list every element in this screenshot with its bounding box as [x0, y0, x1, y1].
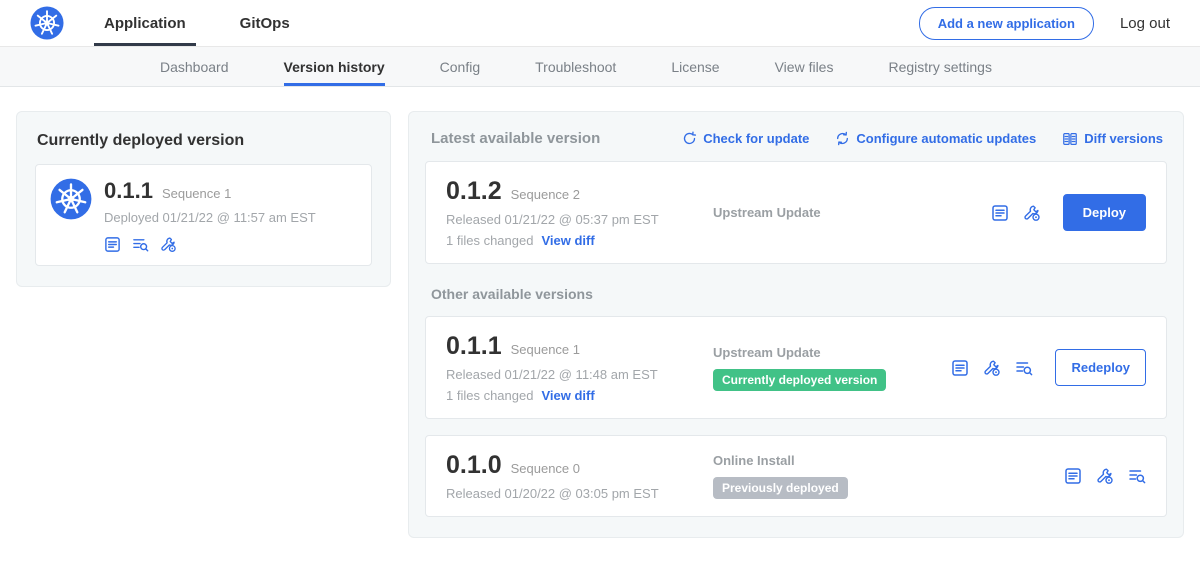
- version-info: 0.1.2 Sequence 2 Released 01/21/22 @ 05:…: [446, 177, 701, 248]
- version-number: 0.1.2: [446, 177, 502, 206]
- other-available-title: Other available versions: [431, 286, 1167, 302]
- subnav-item-config[interactable]: Config: [440, 47, 480, 86]
- subnav-item-license[interactable]: License: [671, 47, 719, 86]
- deployed-version-number: 0.1.1: [104, 178, 153, 204]
- version-row-0-1-1: 0.1.1 Sequence 1 Released 01/21/22 @ 11:…: [425, 316, 1167, 419]
- deployed-version-card: 0.1.1 Sequence 1 Deployed 01/21/22 @ 11:…: [35, 164, 372, 266]
- latest-available-title: Latest available version: [431, 130, 600, 147]
- redeploy-button[interactable]: Redeploy: [1055, 349, 1146, 386]
- configure-automatic-updates-label: Configure automatic updates: [856, 131, 1036, 146]
- kubernetes-wheel-icon: [30, 6, 64, 40]
- app-logo: [30, 0, 64, 46]
- files-changed-label: 1 files changed: [446, 388, 533, 403]
- config-values-icon[interactable]: [1023, 204, 1041, 222]
- app-subnav: Dashboard Version history Config Trouble…: [0, 47, 1200, 87]
- config-values-icon[interactable]: [983, 359, 1001, 377]
- topbar: Application GitOps Add a new application…: [0, 0, 1200, 47]
- released-date: Released 01/21/22 @ 05:37 pm EST: [446, 212, 701, 227]
- version-history-panel: Latest available version Check for updat…: [408, 111, 1184, 538]
- version-info: 0.1.0 Sequence 0 Released 01/20/22 @ 03:…: [446, 451, 701, 501]
- version-row-0-1-0: 0.1.0 Sequence 0 Released 01/20/22 @ 03:…: [425, 435, 1167, 517]
- version-number: 0.1.1: [446, 332, 502, 361]
- version-source-block: Online Install Previously deployed: [701, 453, 1064, 499]
- version-row-actions: Redeploy: [951, 349, 1146, 386]
- sequence-label: Sequence 2: [511, 187, 580, 202]
- subnav-item-troubleshoot[interactable]: Troubleshoot: [535, 47, 616, 86]
- subnav-item-dashboard[interactable]: Dashboard: [160, 47, 229, 86]
- version-history-header: Latest available version Check for updat…: [431, 130, 1163, 147]
- sequence-label: Sequence 1: [511, 342, 580, 357]
- config-values-icon[interactable]: [160, 236, 177, 253]
- released-date: Released 01/20/22 @ 03:05 pm EST: [446, 486, 701, 501]
- deploy-button[interactable]: Deploy: [1063, 194, 1146, 231]
- version-row-actions: Deploy: [991, 194, 1146, 231]
- version-number: 0.1.0: [446, 451, 502, 480]
- topbar-actions: Add a new application Log out: [919, 0, 1170, 46]
- release-notes-icon[interactable]: [104, 236, 121, 253]
- files-changed-label: 1 files changed: [446, 233, 533, 248]
- view-diff-icon[interactable]: [1128, 467, 1146, 485]
- configure-automatic-updates-link[interactable]: Configure automatic updates: [835, 131, 1036, 147]
- deployed-sequence-label: Sequence 1: [162, 186, 231, 201]
- diff-versions-link[interactable]: Diff versions: [1062, 131, 1163, 147]
- released-date: Released 01/21/22 @ 11:48 am EST: [446, 367, 701, 382]
- tab-application[interactable]: Application: [94, 0, 196, 46]
- version-info: 0.1.1 Sequence 1 Released 01/21/22 @ 11:…: [446, 332, 701, 403]
- release-notes-icon[interactable]: [1064, 467, 1082, 485]
- currently-deployed-panel: Currently deployed version 0.1.1 Sequenc…: [16, 111, 391, 287]
- currently-deployed-title: Currently deployed version: [37, 132, 372, 150]
- add-application-button[interactable]: Add a new application: [919, 7, 1094, 40]
- version-source-block: Upstream Update Currently deployed versi…: [701, 345, 951, 391]
- version-source-block: Upstream Update: [701, 205, 991, 220]
- version-history-actions: Check for update Configure automatic upd…: [682, 131, 1163, 147]
- kubernetes-wheel-icon: [50, 178, 92, 220]
- view-diff-link[interactable]: View diff: [541, 388, 594, 403]
- subnav-item-version-history[interactable]: Version history: [284, 47, 385, 86]
- version-source: Upstream Update: [713, 205, 991, 220]
- main-content: Currently deployed version 0.1.1 Sequenc…: [0, 87, 1200, 562]
- view-diff-icon[interactable]: [132, 236, 149, 253]
- version-row-0-1-2: 0.1.2 Sequence 2 Released 01/21/22 @ 05:…: [425, 161, 1167, 264]
- auto-update-arrows-icon: [835, 131, 850, 146]
- refresh-icon: [682, 131, 697, 146]
- subnav-item-registry-settings[interactable]: Registry settings: [888, 47, 991, 86]
- release-notes-icon[interactable]: [951, 359, 969, 377]
- tab-gitops[interactable]: GitOps: [230, 0, 300, 46]
- version-row-actions: [1064, 467, 1146, 485]
- diff-versions-label: Diff versions: [1084, 131, 1163, 146]
- subnav-item-view-files[interactable]: View files: [775, 47, 834, 86]
- deployed-actions: [104, 236, 316, 253]
- check-for-update-link[interactable]: Check for update: [682, 131, 809, 147]
- deployed-date: Deployed 01/21/22 @ 11:57 am EST: [104, 210, 316, 225]
- deployed-version-info: 0.1.1 Sequence 1 Deployed 01/21/22 @ 11:…: [104, 178, 316, 253]
- version-source: Upstream Update: [713, 345, 951, 360]
- release-notes-icon[interactable]: [991, 204, 1009, 222]
- config-values-icon[interactable]: [1096, 467, 1114, 485]
- currently-deployed-badge: Currently deployed version: [713, 369, 886, 391]
- check-for-update-label: Check for update: [703, 131, 809, 146]
- view-diff-link[interactable]: View diff: [541, 233, 594, 248]
- version-source: Online Install: [713, 453, 1064, 468]
- diff-columns-icon: [1062, 131, 1078, 147]
- sequence-label: Sequence 0: [511, 461, 580, 476]
- logout-link[interactable]: Log out: [1120, 15, 1170, 32]
- previously-deployed-badge: Previously deployed: [713, 477, 848, 499]
- top-nav: Application GitOps: [94, 0, 300, 46]
- view-diff-icon[interactable]: [1015, 359, 1033, 377]
